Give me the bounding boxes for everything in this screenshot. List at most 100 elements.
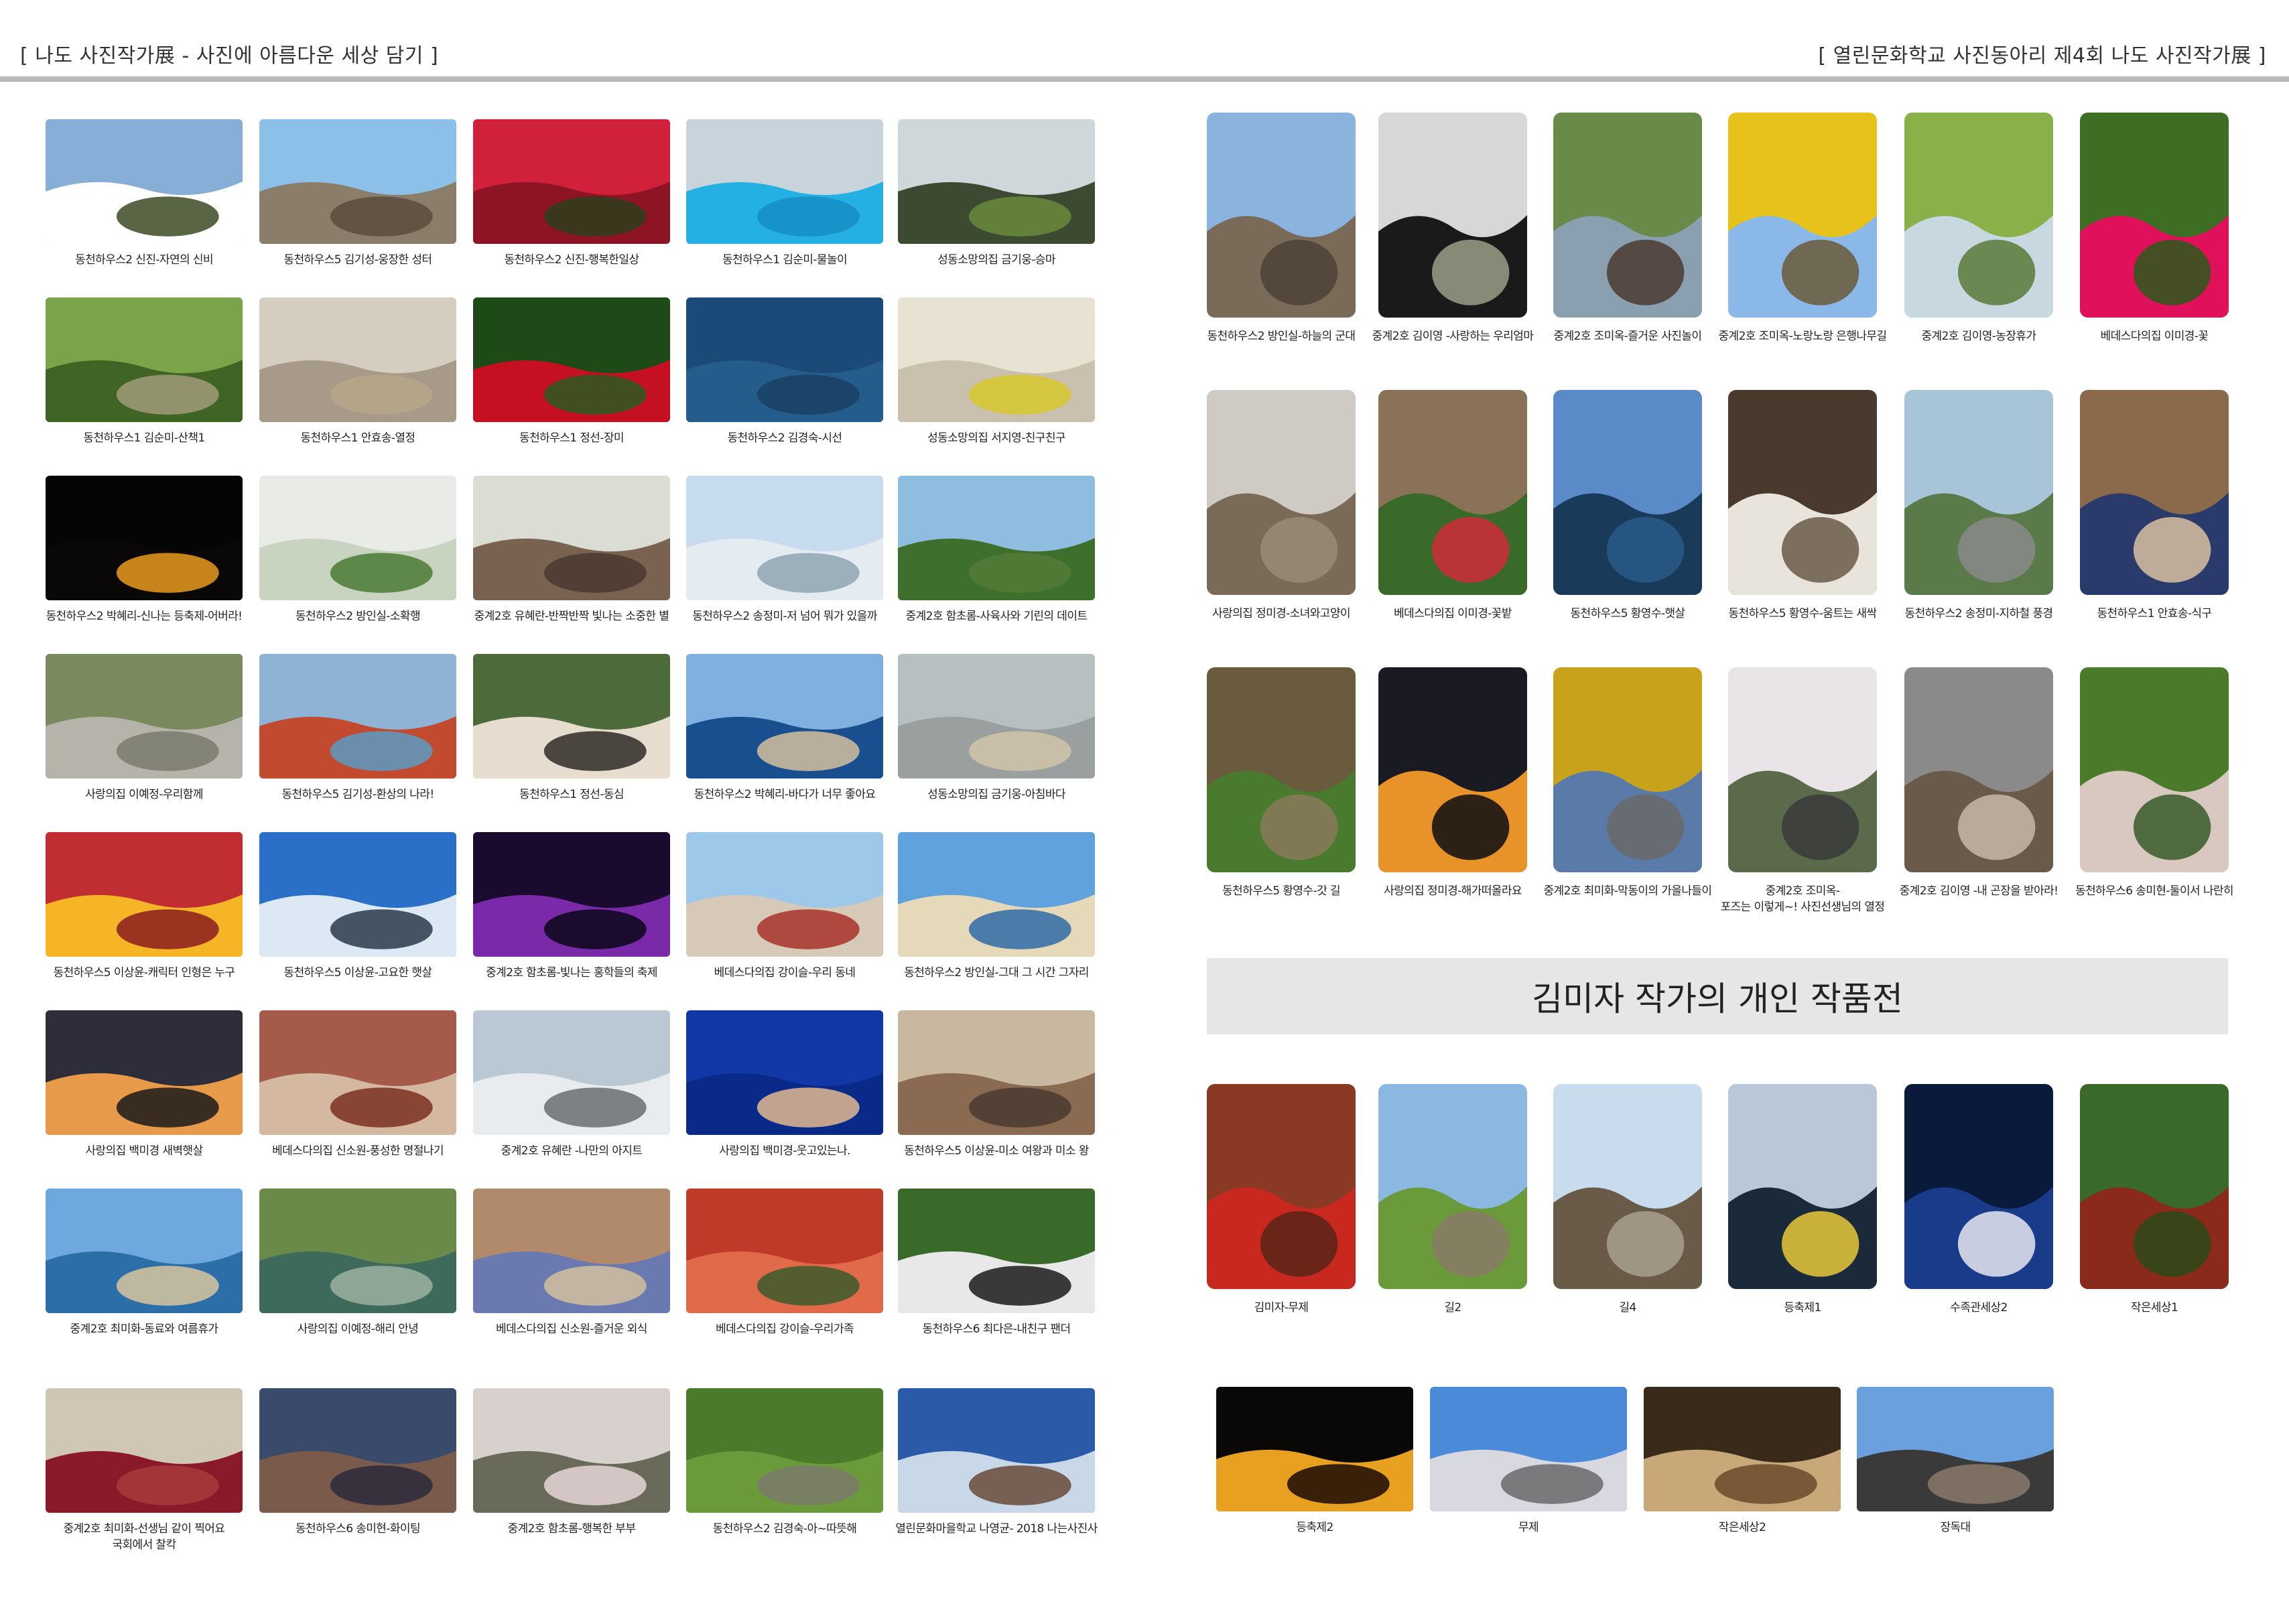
photo-caption: 동천하우스6 송미현-화이팅 — [296, 1522, 421, 1536]
photo-card: 사랑의집 이예정-우리함께 — [46, 654, 243, 824]
photo-caption: 동천하우스1 정선-동심 — [519, 788, 625, 801]
photo-card: 장독대 — [1857, 1387, 2054, 1557]
photo-image — [2080, 667, 2229, 872]
photo-image — [46, 654, 243, 779]
photo-image — [1904, 390, 2053, 595]
photo-card: 동천하우스5 이상윤-캐릭터 인형은 누구 — [46, 832, 243, 1002]
photo-image — [259, 832, 456, 957]
photo-caption: 동천하우스2 김경숙-아~따뜻해 — [712, 1522, 857, 1536]
photo-card: 동천하우스5 이상윤-고요한 햇살 — [259, 832, 456, 1002]
photo-card: 수족관세상2 — [1904, 1084, 2053, 1337]
photo-card: 사랑의집 백미경-웃고있는나. — [686, 1010, 883, 1180]
photo-caption: 동천하우스5 이상윤-고요한 햇살 — [283, 966, 432, 979]
photo-caption: 동천하우스2 신진-자연의 신비 — [75, 253, 213, 267]
photo-card: 동천하우스5 김기성-환상의 나라! — [259, 654, 456, 824]
photo-caption: 장독대 — [1940, 1521, 1971, 1534]
photo-caption: 중계2호 함초롬-행복한 부부 — [507, 1522, 636, 1536]
photo-card: 중계2호 조미옥-노랑노랑 은행나무길 — [1719, 113, 1887, 366]
photo-card: 열린문화마을학교 나영균- 2018 나는사진사 — [895, 1388, 1098, 1558]
photo-image — [46, 297, 243, 422]
photo-card: 동천하우스1 김순미-산책1 — [46, 297, 243, 468]
photo-caption: 중계2호 유혜란-반짝반짝 빛나는 소중한 별 — [474, 610, 669, 623]
photo-caption: 동천하우스1 안효송-식구 — [2097, 607, 2213, 620]
photo-image — [686, 476, 883, 600]
photo-image — [1207, 390, 1356, 595]
photo-caption: 작은세상1 — [2130, 1301, 2178, 1314]
photo-card: 작은세상1 — [2080, 1084, 2229, 1337]
photo-image — [2080, 390, 2229, 595]
photo-image — [473, 1010, 670, 1135]
photo-image — [473, 1189, 670, 1313]
photo-image — [259, 1189, 456, 1313]
photo-image — [473, 297, 670, 422]
photo-caption: 등축제1 — [1784, 1301, 1821, 1314]
photo-caption: 베데스다의집 이미경-꽃 — [2100, 330, 2209, 343]
photo-image — [686, 832, 883, 957]
photo-image — [686, 1010, 883, 1135]
photo-card: 동천하우스2 김경숙-아~따뜻해 — [686, 1388, 883, 1558]
photo-image — [898, 119, 1095, 244]
photo-caption: 동천하우스2 송정미-저 넘어 뭐가 있을까 — [692, 610, 877, 623]
photo-card: 동천하우스2 방인실-소확행 — [259, 476, 456, 646]
photo-card: 사랑의집 정미경-해가떠올라요 — [1378, 667, 1527, 921]
photo-card: 동천하우스2 신진-자연의 신비 — [46, 119, 243, 289]
photo-image — [473, 654, 670, 779]
photo-caption: 중계2호 조미옥-노랑노랑 은행나무길 — [1718, 330, 1888, 343]
photo-image — [686, 297, 883, 422]
photo-image — [1728, 1084, 1877, 1289]
photo-image — [473, 119, 670, 244]
photo-card: 동천하우스2 송정미-저 넘어 뭐가 있을까 — [686, 476, 883, 646]
photo-caption: 중계2호 김이영 -내 곤장을 받아라! — [1899, 884, 2058, 898]
photo-caption: 길2 — [1444, 1301, 1461, 1314]
photo-card: 중계2호 최미화-선생님 같이 찍어요 국회에서 찰칵 — [46, 1388, 243, 1558]
photo-card: 사랑의집 백미경 새벽햇살 — [46, 1010, 243, 1180]
photo-card: 베데스다의집 강이슬-우리가족 — [686, 1189, 883, 1359]
photo-card: 중계2호 김이영 -사랑하는 우리엄마 — [1372, 113, 1534, 366]
photo-image — [1904, 113, 2053, 318]
photo-caption: 성동소망의집 서지영-친구친구 — [927, 431, 1065, 445]
photo-caption: 중계2호 조미옥- 포즈는 이렇게~! 사진선생님의 열정 — [1720, 884, 1885, 914]
photo-caption: 수족관세상2 — [1950, 1301, 2008, 1314]
photo-card: 동천하우스2 김경숙-시선 — [686, 297, 883, 468]
photo-card: 동천하우스5 김기성-웅장한 성터 — [259, 119, 456, 289]
photo-card: 성동소망의집 서지영-친구친구 — [898, 297, 1095, 468]
photo-image — [898, 654, 1095, 779]
photo-card: 길2 — [1378, 1084, 1527, 1337]
photo-card: 중계2호 최미화-동료와 여름휴가 — [46, 1189, 243, 1359]
photo-image — [46, 1010, 243, 1135]
photo-caption: 등축제2 — [1296, 1521, 1333, 1534]
photo-caption: 작은세상2 — [1718, 1521, 1766, 1534]
photo-image — [259, 654, 456, 779]
photo-caption: 성동소망의집 금기웅-아침바다 — [927, 788, 1065, 801]
photo-caption: 동천하우스1 안효송-열정 — [300, 431, 416, 445]
photo-caption: 동천하우스1 정선-장미 — [519, 431, 625, 445]
photo-card: 동천하우스2 방인실-그대 그 시간 그자리 — [898, 832, 1095, 1002]
photo-image — [2080, 113, 2229, 318]
photo-caption: 동천하우스2 방인실-그대 그 시간 그자리 — [904, 966, 1089, 979]
photo-caption: 동천하우스6 최다은-내친구 팬더 — [922, 1323, 1071, 1336]
section-banner-title: 김미자 작가의 개인 작품전 — [1207, 958, 2228, 1034]
photo-image — [259, 476, 456, 600]
photo-card: 중계2호 함초롬-행복한 부부 — [473, 1388, 670, 1558]
photo-image — [686, 1388, 883, 1513]
photo-caption: 사랑의집 정미경-해가떠올라요 — [1384, 884, 1522, 898]
photo-image — [686, 119, 883, 244]
photo-caption: 베데스다의집 신소원-풍성한 명절나기 — [272, 1144, 444, 1158]
photo-card: 동천하우스2 박혜리-신나는 등축제-어버라! — [46, 476, 243, 646]
photo-caption: 동천하우스5 이상윤-미소 여왕과 미소 왕 — [904, 1144, 1089, 1158]
photo-image — [473, 1388, 670, 1513]
photo-card: 베데스다의집 이미경-꽃 — [2080, 113, 2229, 366]
photo-image — [259, 119, 456, 244]
photo-image — [1857, 1387, 2054, 1511]
photo-card: 베데스다의집 신소원-풍성한 명절나기 — [259, 1010, 456, 1180]
photo-caption: 베데스다의집 강이슬-우리 동네 — [714, 966, 856, 979]
photo-card: 동천하우스1 안효송-식구 — [2080, 390, 2229, 643]
photo-image — [1644, 1387, 1841, 1511]
photo-caption: 동천하우스2 방인실-하늘의 군대 — [1207, 330, 1356, 343]
photo-caption: 사랑의집 백미경 새벽햇살 — [85, 1144, 203, 1158]
photo-image — [1728, 390, 1877, 595]
photo-card: 동천하우스5 이상윤-미소 여왕과 미소 왕 — [898, 1010, 1095, 1180]
photo-card: 동천하우스2 송정미-지하철 풍경 — [1904, 390, 2053, 643]
photo-image — [898, 1189, 1095, 1313]
photo-card: 중계2호 유혜란-반짝반짝 빛나는 소중한 별 — [473, 476, 670, 646]
